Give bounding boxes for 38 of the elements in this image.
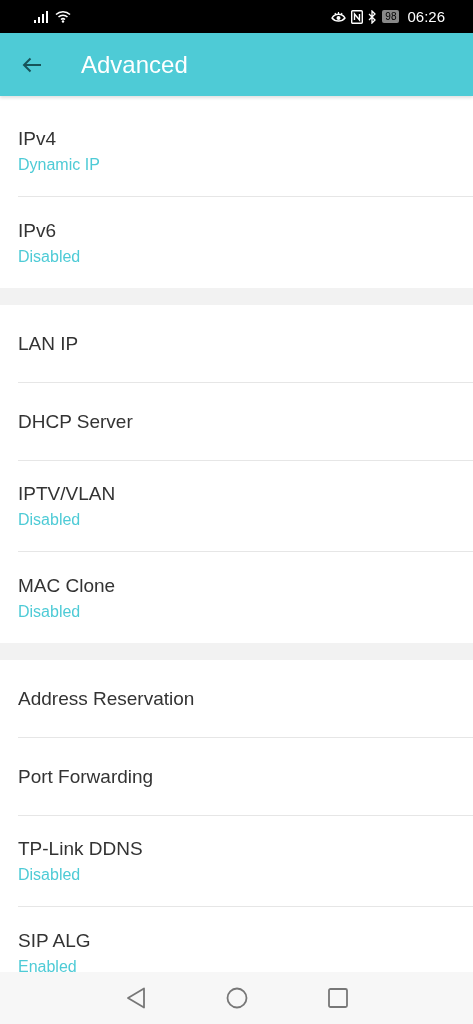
settings-item[interactable]: IPTV/VLAN Disabled bbox=[18, 461, 473, 552]
item-value: Disabled bbox=[18, 511, 81, 529]
battery-level: 98 bbox=[382, 10, 400, 23]
settings-item[interactable]: IPv6 Disabled bbox=[18, 197, 473, 288]
item-title: IPv6 bbox=[18, 219, 57, 242]
settings-item[interactable]: TP-Link DDNS Disabled bbox=[18, 816, 473, 907]
item-title: DHCP Server bbox=[18, 410, 133, 433]
item-title: LAN IP bbox=[18, 332, 79, 355]
settings-item[interactable]: Port Forwarding bbox=[18, 738, 473, 816]
item-value: Disabled bbox=[18, 247, 81, 266]
item-value: Disabled bbox=[18, 866, 81, 884]
wifi-icon bbox=[55, 10, 71, 23]
page-title: Advanced bbox=[81, 50, 188, 79]
clock-time: 06:26 bbox=[407, 8, 445, 25]
item-title: MAC Clone bbox=[18, 574, 116, 597]
settings-item[interactable]: LAN IP bbox=[18, 305, 473, 383]
nfc-icon bbox=[351, 9, 364, 24]
item-title: TP-Link DDNS bbox=[18, 838, 143, 860]
back-arrow-icon[interactable] bbox=[22, 56, 42, 73]
home-icon[interactable] bbox=[225, 987, 248, 1009]
settings-item[interactable]: Address Reservation bbox=[18, 660, 473, 738]
settings-item[interactable]: IPv4 Dynamic IP bbox=[18, 106, 473, 197]
settings-item[interactable]: SIP ALG Enabled bbox=[18, 907, 473, 972]
settings-item[interactable]: DHCP Server bbox=[18, 383, 473, 461]
item-title: Address Reservation bbox=[18, 687, 195, 710]
item-title: SIP ALG bbox=[18, 929, 91, 952]
back-icon[interactable] bbox=[125, 987, 146, 1009]
item-title: IPv4 bbox=[18, 128, 57, 150]
item-value: Enabled bbox=[18, 957, 77, 972]
signal-icon bbox=[34, 10, 50, 23]
item-title: IPTV/VLAN bbox=[18, 483, 116, 505]
eye-icon bbox=[331, 10, 347, 23]
item-value: Disabled bbox=[18, 602, 81, 621]
item-value: Dynamic IP bbox=[18, 156, 100, 174]
item-title: Port Forwarding bbox=[18, 765, 154, 788]
settings-item[interactable]: MAC Clone Disabled bbox=[18, 552, 473, 643]
bluetooth-icon bbox=[368, 9, 378, 24]
recents-icon[interactable] bbox=[327, 988, 348, 1008]
